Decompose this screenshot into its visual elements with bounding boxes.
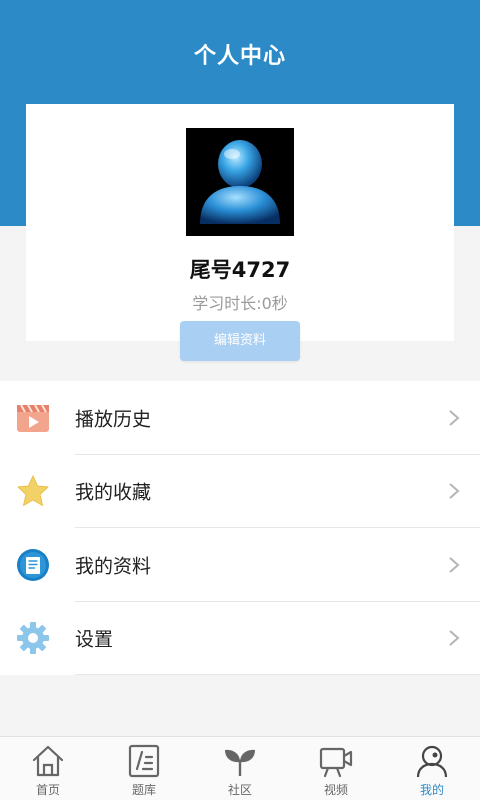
menu-item-my-info[interactable]: 我的资料 [0,528,480,602]
home-icon [32,745,64,777]
menu-item-settings[interactable]: 设置 [0,602,480,675]
menu-item-play-history[interactable]: 播放历史 [0,381,480,455]
tab-label: 题库 [131,783,156,797]
tab-label: 视频 [323,783,348,797]
tab-label: 社区 [227,783,252,797]
tab-community[interactable]: 社区 [192,737,288,800]
question-bank-icon [128,744,160,778]
edit-profile-button[interactable]: 编辑资料 [180,321,300,361]
page-title: 个人中心 [193,44,286,69]
tab-question-bank[interactable]: 题库 [96,737,192,800]
document-icon [17,548,49,581]
bottom-tab-bar: 首页 题库 社区 视频 我的 [0,736,480,800]
tab-label: 首页 [35,783,60,797]
chevron-right-icon [449,483,460,500]
chevron-right-icon [449,630,460,647]
avatar-person-icon [200,140,280,224]
menu-item-label: 播放历史 [75,408,152,431]
chevron-right-icon [449,556,460,573]
tab-video[interactable]: 视频 [288,737,384,800]
avatar[interactable] [186,128,294,236]
tab-home[interactable]: 首页 [0,737,96,800]
tab-mine[interactable]: 我的 [384,737,480,800]
chevron-right-icon [449,409,460,426]
menu-list: 播放历史 我的收藏 我的资料 设置 [0,381,480,675]
tab-label: 我的 [419,783,444,797]
star-icon [17,475,49,507]
menu-item-label: 设置 [75,628,114,651]
gear-icon [17,622,49,655]
sprout-icon [225,749,255,776]
video-camera-icon [319,747,353,778]
profile-card: 尾号4727 学习时长:0秒 [26,104,454,341]
username: 尾号4727 [189,258,291,282]
study-time: 学习时长:0秒 [192,294,288,313]
play-history-icon [17,404,49,432]
menu-item-label: 我的收藏 [75,481,152,504]
divider [75,674,480,675]
menu-item-favorites[interactable]: 我的收藏 [0,455,480,528]
menu-item-label: 我的资料 [75,555,152,578]
user-icon [416,745,448,778]
